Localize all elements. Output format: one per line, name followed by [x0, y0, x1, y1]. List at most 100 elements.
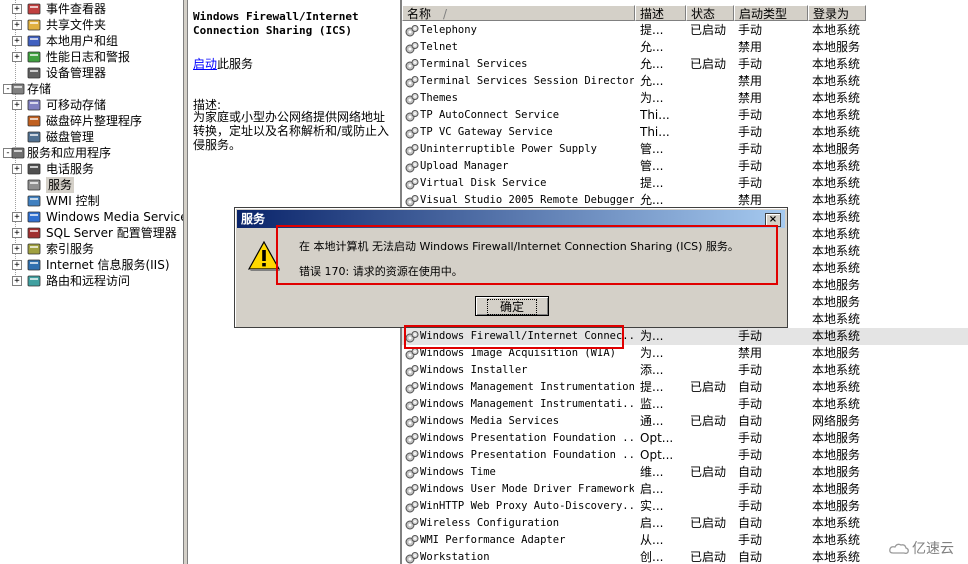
service-row[interactable]: Themes 为... 禁用 本地系统: [402, 90, 968, 107]
sort-indicator: /: [443, 7, 448, 21]
start-service-link[interactable]: 启动: [193, 57, 217, 71]
tree-expander[interactable]: +: [12, 36, 22, 46]
service-row[interactable]: Terminal Services 允... 已启动 手动 本地系统: [402, 56, 968, 73]
column-header-startup-type[interactable]: 启动类型: [734, 5, 808, 21]
tree-expander[interactable]: +: [12, 276, 22, 286]
service-row[interactable]: Windows User Mode Driver Framework 启... 手动…: [402, 481, 968, 498]
service-logon-as: 本地系统: [812, 125, 861, 139]
service-row[interactable]: TP AutoConnect Service Thi... 手动 本地系统: [402, 107, 968, 124]
tree-item[interactable]: - 存储: [0, 81, 183, 97]
service-logon-as: 本地系统: [812, 91, 861, 105]
column-header-description[interactable]: 描述: [635, 5, 686, 21]
service-row[interactable]: Upload Manager 管... 手动 本地系统: [402, 158, 968, 175]
tree-item[interactable]: + SQL Server 配置管理器: [0, 225, 183, 241]
tree-item[interactable]: + 本地用户和组: [0, 33, 183, 49]
tree-item[interactable]: + Internet 信息服务(IIS): [0, 257, 183, 273]
column-header-status[interactable]: 状态: [686, 5, 734, 21]
service-row[interactable]: WinHTTP Web Proxy Auto-Discovery... 实... 手…: [402, 498, 968, 515]
tree-item[interactable]: WMI 控制: [0, 193, 183, 209]
service-logon-as: 本地系统: [812, 108, 861, 122]
tree-item[interactable]: - 服务和应用程序: [0, 145, 183, 161]
service-name: Windows Presentation Foundation ...: [420, 432, 634, 444]
service-startup-type: 手动: [738, 482, 763, 496]
service-gear-icon: [405, 42, 419, 54]
service-description: Opt...: [640, 431, 674, 445]
routing-icon: [27, 275, 41, 287]
tree-item[interactable]: + Windows Media Services: [0, 209, 183, 225]
ok-button-label: 确定: [486, 299, 537, 315]
service-status: [690, 90, 734, 107]
ok-button[interactable]: 确定: [475, 296, 549, 316]
tree-expander[interactable]: +: [12, 228, 22, 238]
service-row[interactable]: Windows Time 维... 已启动 自动 本地服务: [402, 464, 968, 481]
service-row[interactable]: TP VC Gateway Service Thi... 手动 本地系统: [402, 124, 968, 141]
service-row[interactable]: Uninterruptible Power Supply 管... 手动 本地服务: [402, 141, 968, 158]
tree-expander[interactable]: +: [12, 100, 22, 110]
service-name: Telnet: [420, 41, 458, 53]
service-gear-icon: [405, 450, 419, 462]
service-row[interactable]: Windows Management Instrumentation 提... 已启…: [402, 379, 968, 396]
service-row[interactable]: Telephony 提... 已启动 手动 本地系统: [402, 22, 968, 39]
tree-item[interactable]: 服务: [0, 177, 183, 193]
service-row[interactable]: Windows Management Instrumentati... 监... 手…: [402, 396, 968, 413]
tree-expander[interactable]: +: [12, 4, 22, 14]
tree-item[interactable]: 设备管理器: [0, 65, 183, 81]
tree-item[interactable]: 磁盘管理: [0, 129, 183, 145]
service-logon-as: 本地系统: [812, 193, 861, 207]
service-row[interactable]: Windows Installer 添... 手动 本地系统: [402, 362, 968, 379]
tree-item[interactable]: 磁盘碎片整理程序: [0, 113, 183, 129]
service-description: 提...: [640, 380, 664, 394]
tree-expander[interactable]: +: [12, 20, 22, 30]
tree-expander[interactable]: +: [12, 52, 22, 62]
start-service-suffix: 此服务: [217, 57, 254, 71]
service-gear-icon: [405, 59, 419, 71]
tree-item[interactable]: + 索引服务: [0, 241, 183, 257]
service-status: 已启动: [690, 550, 727, 564]
service-row[interactable]: Virtual Disk Service 提... 手动 本地系统: [402, 175, 968, 192]
column-header-logon-as[interactable]: 登录为: [808, 5, 866, 21]
tree-item[interactable]: + 事件查看器: [0, 1, 183, 17]
service-row[interactable]: Wireless Configuration 启... 已启动 自动 本地系统: [402, 515, 968, 532]
tree-expander[interactable]: +: [12, 260, 22, 270]
tree-item[interactable]: + 可移动存储: [0, 97, 183, 113]
service-startup-type: 禁用: [738, 91, 763, 105]
users-icon: [27, 35, 41, 47]
tree-expander[interactable]: +: [12, 164, 22, 174]
tree-item-label: 性能日志和警报: [46, 50, 131, 64]
service-row[interactable]: Windows Media Services 通... 已启动 自动 网络服务: [402, 413, 968, 430]
tree-item-label: 索引服务: [46, 242, 95, 256]
service-status: [690, 141, 734, 158]
service-description: 添...: [640, 363, 664, 377]
service-logon-as: 本地系统: [812, 397, 861, 411]
index-service-icon: [27, 243, 41, 255]
service-startup-type: 自动: [738, 414, 763, 428]
service-row[interactable]: Windows Presentation Foundation ... Opt..…: [402, 447, 968, 464]
tree-item[interactable]: + 路由和远程访问: [0, 273, 183, 289]
tree-item[interactable]: + 共享文件夹: [0, 17, 183, 33]
description-text: 为家庭或小型办公网络提供网络地址转换，定址以及名称解析和/或防止入侵服务。: [193, 110, 390, 152]
service-name: Telephony: [420, 24, 477, 36]
service-startup-type: 手动: [738, 448, 763, 462]
defrag-icon: [27, 115, 41, 127]
service-startup-type: 手动: [738, 108, 763, 122]
service-row[interactable]: Windows Presentation Foundation ... Opt..…: [402, 430, 968, 447]
tree-expander[interactable]: +: [12, 212, 22, 222]
service-gear-icon: [405, 161, 419, 173]
tree-expander[interactable]: +: [12, 244, 22, 254]
service-row[interactable]: Workstation 创... 已启动 自动 本地系统: [402, 549, 968, 564]
service-logon-as: 本地系统: [812, 329, 861, 343]
service-startup-type: 手动: [738, 23, 763, 37]
service-row[interactable]: WMI Performance Adapter 从... 手动 本地系统: [402, 532, 968, 549]
service-startup-type: 禁用: [738, 346, 763, 360]
column-header-name[interactable]: 名称 /: [402, 5, 635, 21]
service-logon-as: 本地系统: [812, 312, 861, 326]
service-row[interactable]: Telnet 允... 禁用 本地服务: [402, 39, 968, 56]
service-logon-as: 本地系统: [812, 516, 861, 530]
tree-item-label: 事件查看器: [46, 2, 107, 16]
service-startup-type: 手动: [738, 142, 763, 156]
tree-item[interactable]: + 电话服务: [0, 161, 183, 177]
tree-item[interactable]: + 性能日志和警报: [0, 49, 183, 65]
service-logon-as: 本地服务: [812, 295, 861, 309]
service-row[interactable]: Terminal Services Session Directory 允... 禁…: [402, 73, 968, 90]
sql-server-icon: [27, 227, 41, 239]
